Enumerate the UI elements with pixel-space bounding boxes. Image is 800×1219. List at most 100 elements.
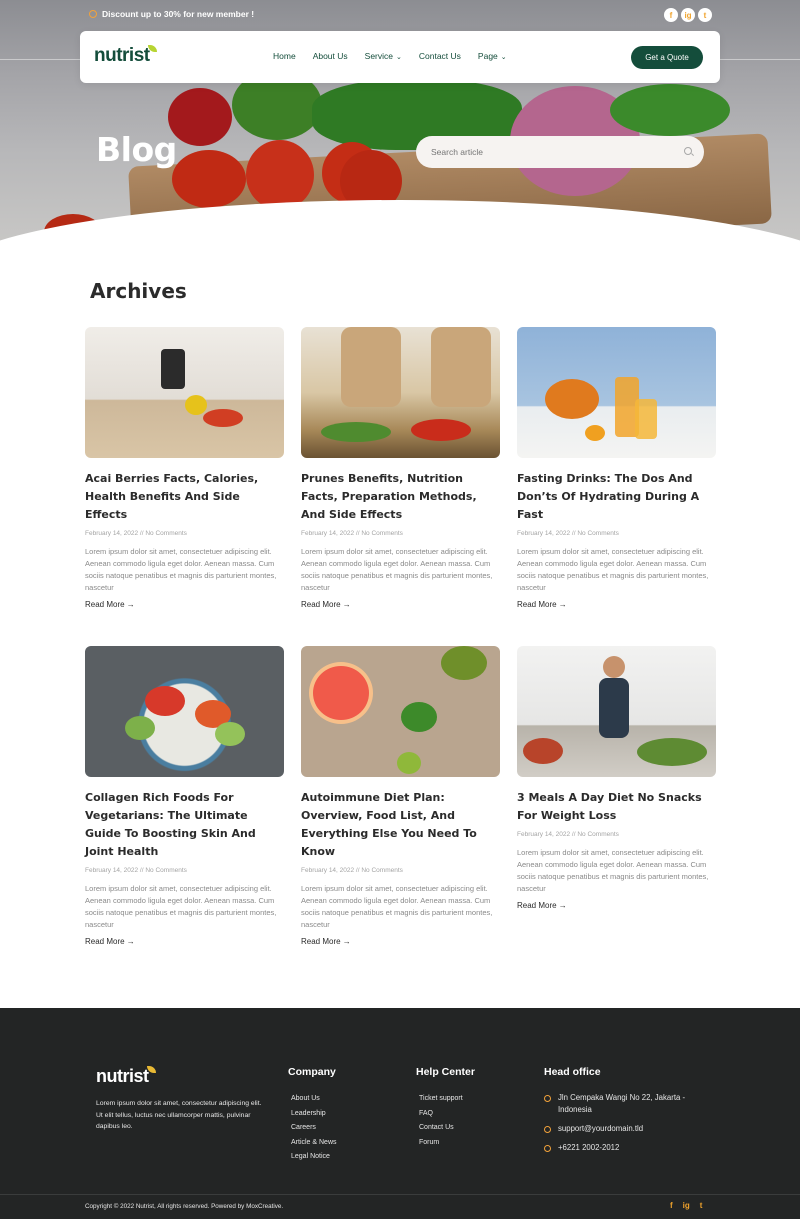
greens-image — [610, 84, 730, 136]
blog-card: Autoimmune Diet Plan: Overview, Food Lis… — [301, 646, 500, 946]
search-bar — [416, 136, 704, 168]
phone-text: +6221 2002-2012 — [558, 1143, 620, 1152]
tomato-image — [246, 140, 314, 210]
search-input[interactable] — [431, 144, 671, 160]
nav-item-home[interactable]: Home — [273, 51, 296, 61]
office-email[interactable]: support@yourdomain.tld — [544, 1123, 714, 1135]
post-thumbnail[interactable] — [85, 327, 284, 458]
footer-link[interactable]: About Us — [291, 1092, 337, 1107]
post-title[interactable]: Acai Berries Facts, Calories, Health Ben… — [85, 470, 284, 524]
site-logo[interactable]: nutrist — [94, 45, 159, 67]
post-thumbnail[interactable] — [301, 327, 500, 458]
read-more-link[interactable]: Read More → — [301, 600, 500, 609]
blog-card: Fasting Drinks: The Dos And Don’ts Of Hy… — [517, 327, 716, 609]
column-heading: Help Center — [416, 1066, 475, 1078]
post-meta: February 14, 2022 // No Comments — [85, 530, 187, 537]
footer-help-column: Help Center Ticket support FAQ Contact U… — [416, 1066, 475, 1150]
post-title[interactable]: 3 Meals A Day Diet No Snacks For Weight … — [517, 789, 716, 825]
footer-link[interactable]: Leadership — [291, 1107, 337, 1122]
nav-label: Contact Us — [418, 51, 461, 61]
facebook-icon[interactable]: f — [664, 8, 678, 22]
footer-office-column: Head office Jln Cempaka Wangi No 22, Jak… — [544, 1066, 714, 1161]
tomato-image — [172, 150, 246, 208]
twitter-icon[interactable]: t — [700, 1201, 703, 1210]
post-date: February 14, 2022 — [517, 831, 571, 838]
social-links: f ig t — [664, 8, 712, 22]
office-phone[interactable]: +6221 2002-2012 — [544, 1142, 714, 1154]
footer-link[interactable]: FAQ — [419, 1107, 475, 1122]
nav-menu: Home About Us Service ⌄ Contact Us Page ⌄ — [273, 51, 507, 61]
post-title[interactable]: Autoimmune Diet Plan: Overview, Food Lis… — [301, 789, 500, 861]
post-date: February 14, 2022 — [301, 867, 355, 874]
blog-card: Collagen Rich Foods For Vegetarians: The… — [85, 646, 284, 946]
search-icon[interactable] — [684, 147, 692, 155]
post-meta: February 14, 2022 // No Comments — [85, 867, 187, 874]
page-title: Blog — [96, 130, 177, 169]
footer-link[interactable]: Ticket support — [419, 1092, 475, 1107]
post-date: February 14, 2022 — [85, 867, 139, 874]
post-title[interactable]: Fasting Drinks: The Dos And Don’ts Of Hy… — [517, 470, 716, 524]
nav-label: About Us — [312, 51, 348, 61]
instagram-icon[interactable]: ig — [681, 8, 695, 22]
post-title[interactable]: Collagen Rich Foods For Vegetarians: The… — [85, 789, 284, 861]
footer-link[interactable]: Careers — [291, 1121, 337, 1136]
post-excerpt: Lorem ipsum dolor sit amet, consectetuer… — [517, 547, 709, 592]
post-thumbnail[interactable] — [301, 646, 500, 777]
twitter-icon[interactable]: t — [698, 8, 712, 22]
post-excerpt: Lorem ipsum dolor sit amet, consectetuer… — [85, 884, 277, 929]
footer-about-text: Lorem ipsum dolor sit amet, consectetur … — [96, 1100, 262, 1130]
nav-item-contact-us[interactable]: Contact Us — [419, 51, 461, 61]
footer-social-links: f ig t — [670, 1201, 702, 1210]
nav-label: Home — [273, 51, 296, 61]
read-more-link[interactable]: Read More → — [301, 937, 500, 946]
logo-text: nutrist — [94, 45, 150, 66]
footer-company-column: Company About Us Leadership Careers Arti… — [288, 1066, 337, 1165]
location-icon — [544, 1095, 551, 1102]
get-a-quote-button[interactable]: Get a Quote — [631, 46, 703, 69]
blog-card: Prunes Benefits, Nutrition Facts, Prepar… — [301, 327, 500, 609]
footer-logo[interactable]: nutrist — [96, 1066, 158, 1087]
post-comments[interactable]: No Comments — [145, 530, 187, 537]
post-date: February 14, 2022 — [517, 530, 571, 537]
post-thumbnail[interactable] — [517, 646, 716, 777]
post-date: February 14, 2022 — [301, 530, 355, 537]
email-text: support@yourdomain.tld — [558, 1124, 644, 1133]
office-address: Jln Cempaka Wangi No 22, Jakarta - Indon… — [544, 1092, 714, 1116]
site-footer: nutrist Lorem ipsum dolor sit amet, cons… — [0, 1008, 800, 1219]
read-more-link[interactable]: Read More → — [517, 901, 716, 910]
nav-item-about-us[interactable]: About Us — [313, 51, 348, 61]
blog-card: 3 Meals A Day Diet No Snacks For Weight … — [517, 646, 716, 910]
pepper-image — [168, 88, 232, 146]
column-heading: Company — [288, 1066, 336, 1078]
post-meta: February 14, 2022 // No Comments — [517, 530, 619, 537]
footer-link[interactable]: Article & News — [291, 1136, 337, 1151]
footer-link[interactable]: Contact Us — [419, 1121, 475, 1136]
post-comments[interactable]: No Comments — [577, 831, 619, 838]
post-comments[interactable]: No Comments — [577, 530, 619, 537]
read-more-link[interactable]: Read More → — [517, 600, 716, 609]
read-more-link[interactable]: Read More → — [85, 937, 284, 946]
phone-icon — [544, 1145, 551, 1152]
facebook-icon[interactable]: f — [670, 1201, 673, 1210]
instagram-icon[interactable]: ig — [683, 1201, 690, 1210]
nav-item-page[interactable]: Page ⌄ — [478, 51, 507, 61]
address-text: Jln Cempaka Wangi No 22, Jakarta - Indon… — [558, 1093, 686, 1114]
hero-banner: Discount up to 30% for new member ! f ig… — [0, 0, 800, 250]
archives-heading: Archives — [90, 279, 187, 303]
footer-link[interactable]: Forum — [419, 1136, 475, 1151]
post-comments[interactable]: No Comments — [145, 867, 187, 874]
post-title[interactable]: Prunes Benefits, Nutrition Facts, Prepar… — [301, 470, 500, 524]
read-more-link[interactable]: Read More → — [85, 600, 284, 609]
post-comments[interactable]: No Comments — [361, 530, 403, 537]
post-meta: February 14, 2022 // No Comments — [301, 867, 403, 874]
footer-link[interactable]: Legal Notice — [291, 1150, 337, 1165]
post-thumbnail[interactable] — [85, 646, 284, 777]
post-comments[interactable]: No Comments — [361, 867, 403, 874]
mail-icon — [544, 1126, 551, 1133]
logo-text: nutrist — [96, 1066, 149, 1086]
copyright-text: Copyright © 2022 Nutrist, All rights res… — [85, 1203, 284, 1210]
post-thumbnail[interactable] — [517, 327, 716, 458]
divider — [0, 1194, 800, 1195]
nav-item-service[interactable]: Service ⌄ — [365, 51, 402, 61]
chevron-down-icon: ⌄ — [396, 54, 402, 61]
